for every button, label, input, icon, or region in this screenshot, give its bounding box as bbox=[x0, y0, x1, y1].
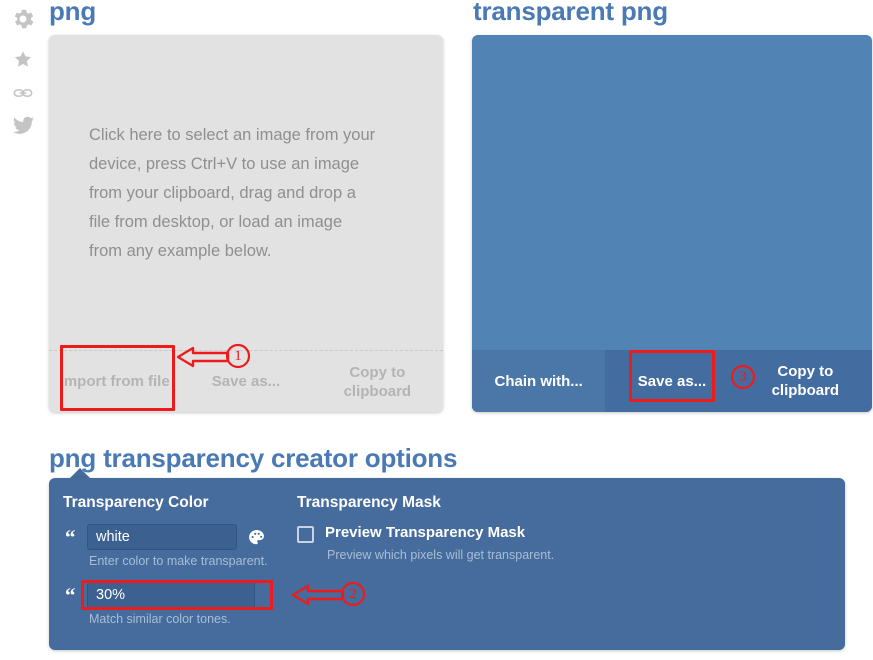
page-root: png transparent png png transparency cre… bbox=[0, 0, 873, 660]
twitter-icon[interactable] bbox=[6, 108, 40, 142]
quote-icon: “ bbox=[65, 525, 76, 549]
tolerance-input[interactable] bbox=[87, 582, 255, 608]
dropzone-instructions: Click here to select an image from your … bbox=[89, 126, 376, 260]
output-panel-title: transparent png bbox=[473, 0, 668, 26]
preview-transparency-mask-row[interactable]: Preview Transparency Mask bbox=[297, 524, 627, 543]
transparency-color-input[interactable] bbox=[87, 524, 237, 550]
input-panel-toolbar: Import from file Save as... Copy to clip… bbox=[49, 350, 443, 412]
tolerance-hint: Match similar color tones. bbox=[89, 612, 231, 626]
transparency-color-hint: Enter color to make transparent. bbox=[89, 554, 268, 568]
link-icon[interactable] bbox=[6, 76, 40, 110]
palette-icon[interactable] bbox=[246, 527, 266, 547]
chain-with-button[interactable]: Chain with... bbox=[472, 350, 606, 412]
output-copy-to-clipboard-button[interactable]: Copy to clipboard bbox=[739, 362, 872, 400]
sidebar bbox=[0, 0, 46, 160]
transparency-color-heading: Transparency Color bbox=[63, 494, 209, 511]
transparency-mask-heading: Transparency Mask bbox=[297, 494, 441, 511]
star-icon[interactable] bbox=[6, 42, 40, 76]
input-image-panel[interactable]: Click here to select an image from your … bbox=[49, 35, 443, 412]
output-save-as-button[interactable]: Save as... bbox=[605, 372, 738, 391]
output-image-preview bbox=[472, 35, 872, 350]
tolerance-field-row: “ bbox=[63, 582, 303, 608]
preview-transparency-mask-checkbox[interactable] bbox=[297, 526, 314, 543]
quote-icon: “ bbox=[65, 583, 76, 607]
input-panel-title: png bbox=[49, 0, 97, 26]
gear-icon[interactable] bbox=[6, 2, 40, 36]
import-from-file-button[interactable]: Import from file bbox=[49, 372, 180, 391]
output-image-panel[interactable]: Chain with... Save as... Copy to clipboa… bbox=[472, 35, 872, 412]
preview-transparency-mask-label: Preview Transparency Mask bbox=[325, 524, 526, 541]
transparency-color-column: Transparency Color “ Enter color to make… bbox=[63, 494, 303, 626]
input-copy-to-clipboard-button[interactable]: Copy to clipboard bbox=[312, 363, 443, 401]
output-panel-toolbar: Chain with... Save as... Copy to clipboa… bbox=[472, 350, 872, 412]
options-panel: Transparency Color “ Enter color to make… bbox=[49, 478, 845, 650]
transparency-mask-hint: Preview which pixels will get transparen… bbox=[327, 548, 555, 562]
transparency-color-field-row: “ bbox=[63, 524, 303, 550]
input-save-as-button[interactable]: Save as... bbox=[180, 372, 311, 391]
input-dropzone[interactable]: Click here to select an image from your … bbox=[49, 35, 443, 350]
options-title: png transparency creator options bbox=[49, 443, 458, 473]
transparency-mask-column: Transparency Mask Preview Transparency M… bbox=[297, 494, 627, 562]
